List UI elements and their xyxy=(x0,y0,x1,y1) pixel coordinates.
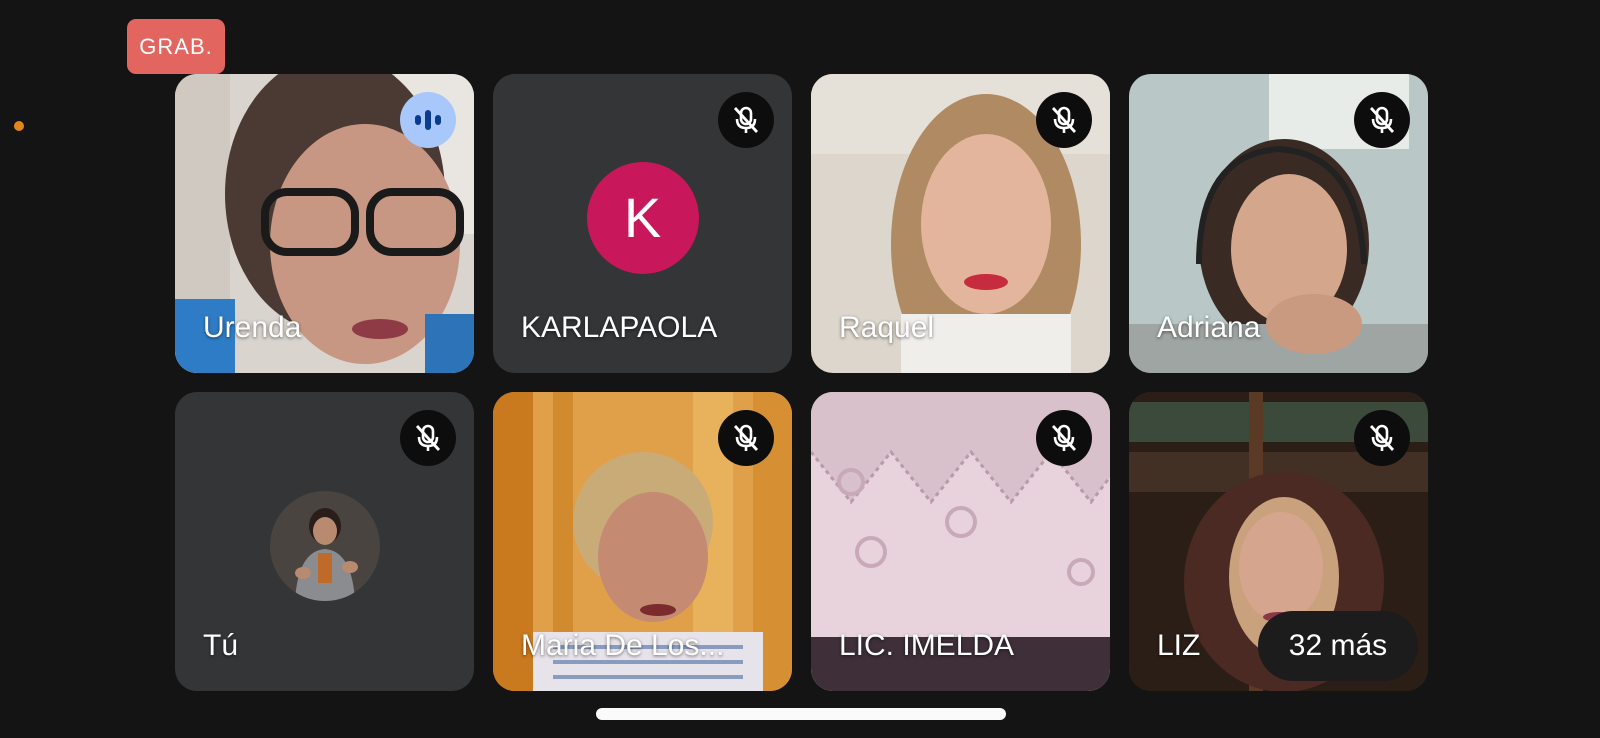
participant-grid: Urenda K KARLAPAOLA Raquel Adriana Tú Ma… xyxy=(175,74,1428,691)
mic-off-icon xyxy=(733,424,759,451)
recording-badge: GRAB. xyxy=(127,19,225,74)
mic-off-indicator xyxy=(1354,410,1410,466)
participant-tile-self[interactable]: Tú xyxy=(175,392,474,691)
participant-name: Adriana xyxy=(1157,311,1261,344)
participant-tile-karlapaola[interactable]: K KARLAPAOLA xyxy=(493,74,792,373)
mic-off-icon xyxy=(1369,424,1395,451)
participant-tile-imelda[interactable]: LIC. IMELDA xyxy=(811,392,1110,691)
mic-off-indicator xyxy=(1036,92,1092,148)
status-dot xyxy=(14,121,24,131)
participant-tile-maria[interactable]: Maria De Los... xyxy=(493,392,792,691)
mic-off-indicator xyxy=(1354,92,1410,148)
participant-tile-urenda[interactable]: Urenda xyxy=(175,74,474,373)
mic-off-icon xyxy=(1369,106,1395,133)
participant-name: LIC. IMELDA xyxy=(839,629,1015,662)
participant-name: KARLAPAOLA xyxy=(521,311,718,344)
participant-name: Maria De Los... xyxy=(521,629,725,662)
speaking-indicator xyxy=(400,92,456,148)
mic-off-indicator xyxy=(1036,410,1092,466)
mic-off-icon xyxy=(733,106,759,133)
mic-off-icon xyxy=(1051,106,1077,133)
more-participants-button[interactable]: 32 más xyxy=(1258,611,1418,681)
participant-tile-adriana[interactable]: Adriana xyxy=(1129,74,1428,373)
mic-off-icon xyxy=(415,424,441,451)
mic-off-indicator xyxy=(400,410,456,466)
profile-photo xyxy=(269,490,380,601)
avatar xyxy=(269,490,380,601)
audio-level-icon xyxy=(415,110,441,130)
participant-tile-liz[interactable]: LIZ 32 más xyxy=(1129,392,1428,691)
home-indicator[interactable] xyxy=(596,708,1006,720)
participant-name: Tú xyxy=(203,629,239,662)
mic-off-indicator xyxy=(718,410,774,466)
mic-off-indicator xyxy=(718,92,774,148)
participant-name: LIZ xyxy=(1157,629,1201,662)
participant-name: Urenda xyxy=(203,311,302,344)
avatar: K xyxy=(586,161,699,274)
participant-tile-raquel[interactable]: Raquel xyxy=(811,74,1110,373)
mic-off-icon xyxy=(1051,424,1077,451)
participant-name: Raquel xyxy=(839,311,935,344)
